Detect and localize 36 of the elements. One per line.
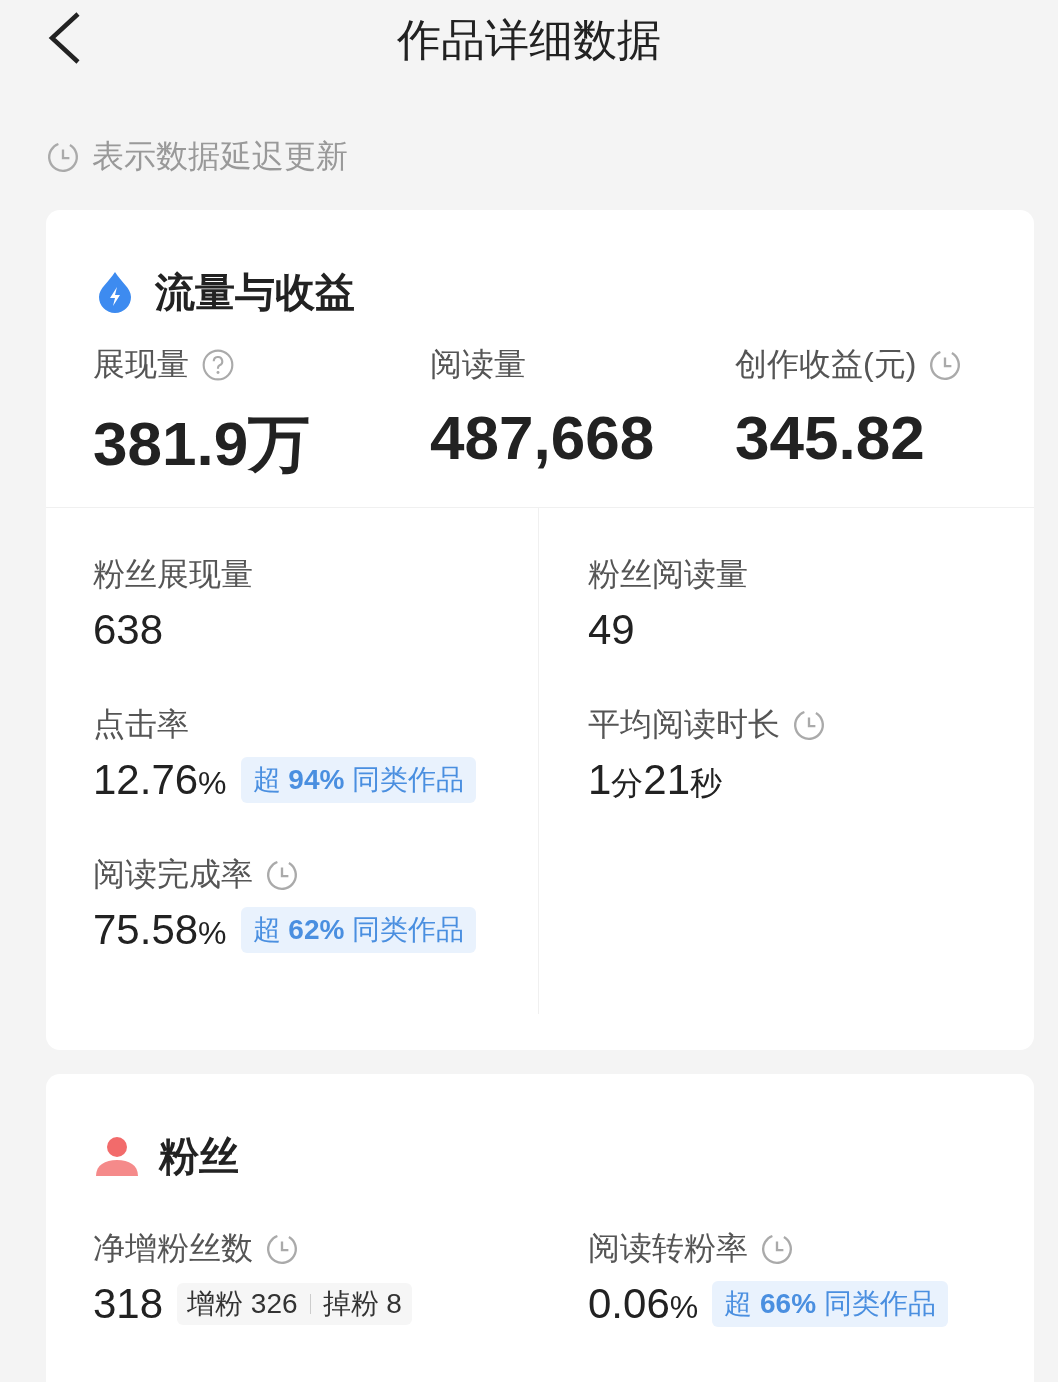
metric-value: 487,668 (430, 402, 656, 473)
metric-value: 318 (93, 1280, 164, 1328)
clock-icon (928, 348, 963, 382)
metric-label: 阅读量 (430, 345, 526, 384)
metric-label: 粉丝展现量 (93, 555, 253, 594)
comparison-badge: 超 62% 同类作品 (240, 907, 477, 953)
comparison-badge: 超 66% 同类作品 (712, 1281, 948, 1327)
metric-label: 阅读完成率 (93, 855, 253, 894)
clock-icon (46, 140, 80, 174)
section-title: 流量与收益 (155, 268, 355, 316)
comparison-badge: 超 94% 同类作品 (240, 757, 477, 803)
notice-text: 表示数据延迟更新 (92, 137, 348, 176)
clock-icon (792, 708, 826, 742)
metric-value: 49 (588, 606, 635, 654)
metric-value: 345.82 (735, 402, 926, 473)
clock-icon (760, 1232, 794, 1266)
person-icon (93, 1134, 141, 1178)
metric-value: 0.06% (588, 1280, 699, 1328)
metric-label: 创作收益(元) (735, 345, 917, 384)
metric-label: 粉丝阅读量 (588, 555, 748, 594)
breakdown-text: 增粉 326 (187, 1287, 298, 1321)
metric-label: 阅读转粉率 (588, 1229, 748, 1268)
metric-value: 381.9万 (93, 408, 312, 480)
page-title: 作品详细数据 (397, 13, 661, 66)
breakdown-text: 掉粉 8 (322, 1287, 402, 1321)
section-title: 粉丝 (159, 1132, 239, 1180)
metric-label: 展现量 (93, 345, 189, 384)
metric-value: 75.58% (93, 906, 227, 954)
metric-label: 点击率 (93, 705, 189, 744)
metric-label: 净增粉丝数 (93, 1229, 253, 1268)
clock-icon (265, 1232, 299, 1266)
metric-label: 平均阅读时长 (588, 705, 780, 744)
metric-value: 638 (93, 606, 164, 654)
clock-icon (265, 858, 299, 892)
metric-value: 1分21秒 (588, 756, 723, 805)
metric-value: 12.76% (93, 756, 227, 804)
